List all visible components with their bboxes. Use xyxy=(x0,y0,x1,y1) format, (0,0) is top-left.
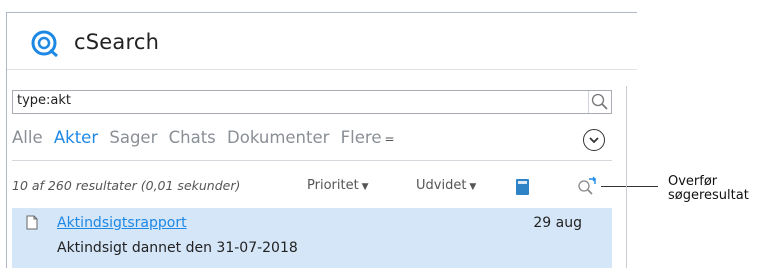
tab-flere[interactable]: Flere = xyxy=(341,128,395,147)
chevron-down-icon xyxy=(589,137,599,144)
result-row[interactable]: Aktindsigtsrapport 29 aug Aktindsigt dan… xyxy=(12,208,612,268)
tab-sager[interactable]: Sager xyxy=(109,128,157,147)
view-dropdown[interactable]: Udvidet ▼ xyxy=(416,178,476,193)
book-icon[interactable] xyxy=(516,179,529,195)
csearch-logo-icon xyxy=(31,30,58,58)
callout-leader-line xyxy=(601,186,658,187)
search-query-text[interactable]: type:akt xyxy=(17,93,71,108)
callout-line-2: søgeresultat xyxy=(668,188,749,203)
search-icon xyxy=(591,93,608,110)
caret-down-icon: ▼ xyxy=(361,182,369,192)
sort-label: Prioritet xyxy=(307,178,359,193)
tab-akter[interactable]: Akter xyxy=(54,128,98,147)
sort-dropdown[interactable]: Prioritet ▼ xyxy=(307,178,369,193)
app-title: cSearch xyxy=(74,30,160,54)
result-subtitle: Aktindsigt dannet den 31-07-2018 xyxy=(57,240,298,256)
document-icon xyxy=(26,215,38,230)
filter-tabs: Alle Akter Sager Chats Dokumenter Flere = xyxy=(12,128,401,147)
callout-label: Overfør søgeresultat xyxy=(668,175,749,203)
tab-alle[interactable]: Alle xyxy=(12,128,43,147)
expand-options-button[interactable] xyxy=(583,129,605,151)
caret-down-icon: ▼ xyxy=(469,182,477,192)
callout-line-1: Overfør xyxy=(668,174,718,189)
tab-chats[interactable]: Chats xyxy=(169,128,216,147)
result-title-link[interactable]: Aktindsigtsrapport xyxy=(57,215,187,231)
tab-flere-label: Flere xyxy=(340,128,382,147)
scrollbar-track[interactable] xyxy=(626,86,627,268)
view-label: Udvidet xyxy=(416,178,467,193)
tabs-divider xyxy=(12,160,612,161)
transfer-search-result-icon[interactable] xyxy=(576,176,598,196)
more-menu-icon: = xyxy=(384,132,395,146)
result-date: 29 aug xyxy=(533,215,582,231)
header-divider xyxy=(7,69,637,70)
result-summary: 10 af 260 resultater (0,01 sekunder) xyxy=(12,178,241,193)
search-button[interactable] xyxy=(588,91,611,113)
search-input[interactable]: type:akt xyxy=(12,90,612,114)
tab-dokumenter[interactable]: Dokumenter xyxy=(227,128,329,147)
